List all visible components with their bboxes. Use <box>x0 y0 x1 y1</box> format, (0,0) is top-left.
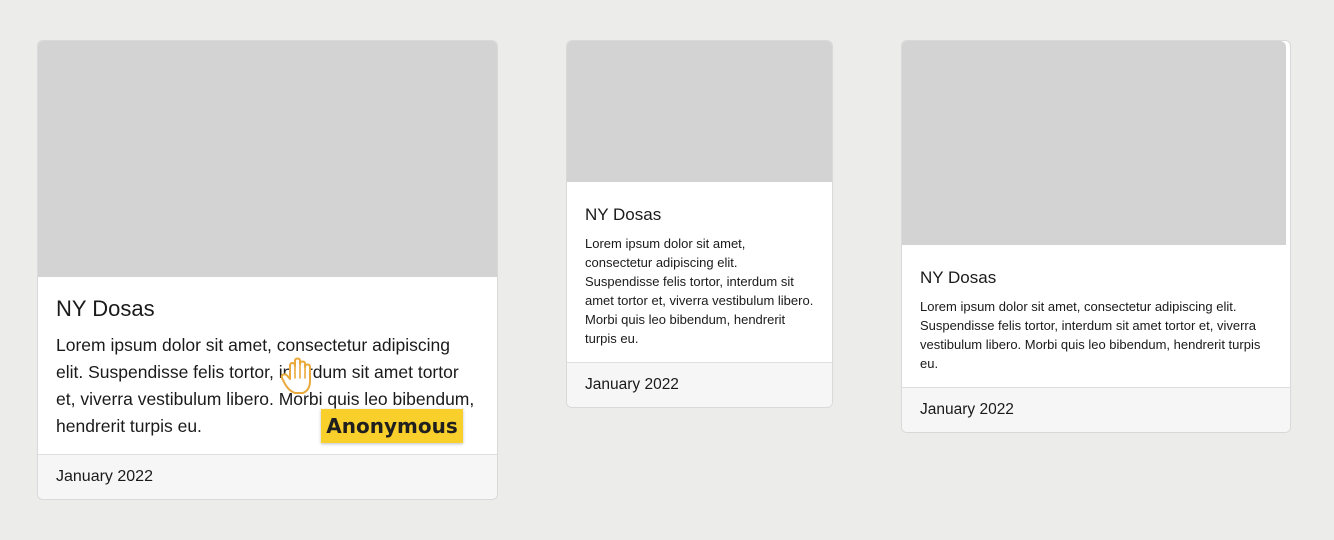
card-image-placeholder <box>902 41 1286 245</box>
card-title: NY Dosas <box>56 296 155 321</box>
card-body: NY Dosas Lorem ipsum dolor sit amet, con… <box>902 245 1290 373</box>
card-body: NY Dosas Lorem ipsum dolor sit amet, con… <box>567 182 832 348</box>
hand-pointer-icon <box>280 357 311 394</box>
card-ny-dosas-small[interactable]: NY Dosas Lorem ipsum dolor sit amet, con… <box>566 40 833 408</box>
card-title: NY Dosas <box>585 205 662 224</box>
card-description: Lorem ipsum dolor sit amet, consectetur … <box>585 236 814 346</box>
card-title: NY Dosas <box>920 268 997 287</box>
card-date: January 2022 <box>585 376 679 393</box>
card-footer: January 2022 <box>38 454 497 499</box>
cursor-user-label: Anonymous <box>321 409 463 443</box>
card-date: January 2022 <box>920 401 1014 418</box>
card-ny-dosas-medium[interactable]: NY Dosas Lorem ipsum dolor sit amet, con… <box>901 40 1291 433</box>
card-image-placeholder <box>567 41 832 182</box>
card-date: January 2022 <box>56 468 153 485</box>
card-footer: January 2022 <box>902 387 1290 432</box>
card-footer: January 2022 <box>567 362 832 407</box>
card-image-placeholder <box>38 41 497 277</box>
card-description: Lorem ipsum dolor sit amet, consectetur … <box>920 299 1261 371</box>
